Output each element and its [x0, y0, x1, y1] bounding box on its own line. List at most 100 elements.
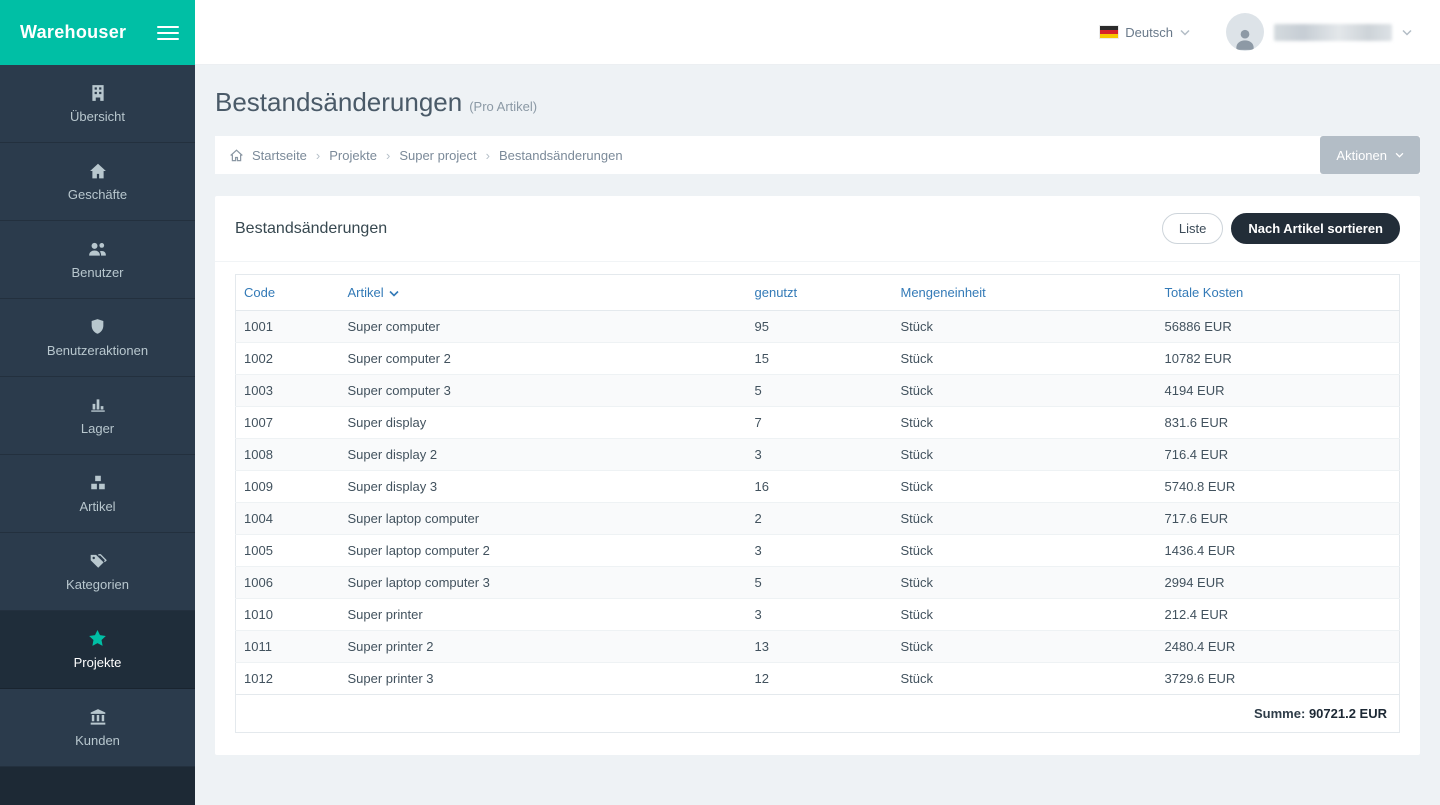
- table-cell: 212.4 EUR: [1157, 599, 1400, 631]
- breadcrumb-item-bestandsanderungen: Bestandsänderungen: [499, 148, 623, 163]
- sidebar-item-kunden[interactable]: Kunden: [0, 689, 195, 767]
- sidebar-item-ubersicht[interactable]: Übersicht: [0, 65, 195, 143]
- table-cell: Super display 3: [340, 471, 747, 503]
- sort-by-article-button[interactable]: Nach Artikel sortieren: [1231, 213, 1400, 244]
- user-menu[interactable]: [1226, 13, 1412, 51]
- office-building-icon: [89, 84, 107, 102]
- chevron-down-icon: [1402, 29, 1412, 36]
- sidebar-item-benutzer[interactable]: Benutzer: [0, 221, 195, 299]
- bar-chart-icon: [89, 396, 107, 414]
- app-name: Warehouser: [20, 22, 126, 43]
- table-cell: 1003: [236, 375, 340, 407]
- actions-button[interactable]: Aktionen: [1320, 136, 1420, 174]
- column-header-genutzt[interactable]: genutzt: [747, 275, 893, 311]
- table-cell: Stück: [893, 407, 1157, 439]
- sidebar-item-label: Kategorien: [66, 577, 129, 592]
- table-cell: 10782 EUR: [1157, 343, 1400, 375]
- sidebar-item-kategorien[interactable]: Kategorien: [0, 533, 195, 611]
- cubes-icon: [89, 474, 107, 492]
- inventory-table: CodeArtikelgenutztMengeneinheitTotale Ko…: [235, 274, 1400, 733]
- person-icon: [1232, 25, 1258, 51]
- breadcrumb-separator: ›: [316, 148, 320, 163]
- table-row: 1010Super printer3Stück212.4 EUR: [236, 599, 1400, 631]
- page-header: Bestandsänderungen (Pro Artikel): [215, 87, 1420, 118]
- table-cell: Stück: [893, 535, 1157, 567]
- table-cell: Super printer: [340, 599, 747, 631]
- table-cell: 1006: [236, 567, 340, 599]
- table-cell: Stück: [893, 567, 1157, 599]
- table-cell: 16: [747, 471, 893, 503]
- sum-value: 90721.2 EUR: [1309, 706, 1387, 721]
- table-cell: 7: [747, 407, 893, 439]
- table-cell: 1004: [236, 503, 340, 535]
- table-cell: 15: [747, 343, 893, 375]
- table-cell: 12: [747, 663, 893, 695]
- sidebar-item-projekte[interactable]: Projekte: [0, 611, 195, 689]
- table-cell: Super display: [340, 407, 747, 439]
- table-cell: Stück: [893, 631, 1157, 663]
- table-cell: Stück: [893, 311, 1157, 343]
- table-body: 1001Super computer95Stück56886 EUR1002Su…: [236, 311, 1400, 695]
- table-cell: Stück: [893, 471, 1157, 503]
- table-cell: 1012: [236, 663, 340, 695]
- table-cell: 2: [747, 503, 893, 535]
- table-cell: 13: [747, 631, 893, 663]
- table-cell: 831.6 EUR: [1157, 407, 1400, 439]
- breadcrumb-item-projekte[interactable]: Projekte: [329, 148, 377, 163]
- user-name-redacted: [1274, 24, 1392, 41]
- sidebar-footer: [0, 767, 195, 805]
- table-cell: Stück: [893, 375, 1157, 407]
- page-subtitle: (Pro Artikel): [469, 99, 537, 114]
- sidebar-item-benutzeraktionen[interactable]: Benutzeraktionen: [0, 299, 195, 377]
- sidebar-item-geschafte[interactable]: Geschäfte: [0, 143, 195, 221]
- sidebar: Warehouser Übersicht Geschäfte BenutzerBen…: [0, 0, 195, 805]
- table-cell: 1436.4 EUR: [1157, 535, 1400, 567]
- language-selector[interactable]: Deutsch: [1100, 25, 1190, 40]
- column-header-totale-kosten[interactable]: Totale Kosten: [1157, 275, 1400, 311]
- table-cell: 716.4 EUR: [1157, 439, 1400, 471]
- chevron-down-icon: [1180, 29, 1190, 36]
- shield-icon: [89, 318, 106, 336]
- list-button[interactable]: Liste: [1162, 213, 1223, 244]
- table-cell: Stück: [893, 503, 1157, 535]
- chevron-down-icon: [389, 285, 399, 300]
- sidebar-item-lager[interactable]: Lager: [0, 377, 195, 455]
- table-cell: Super computer: [340, 311, 747, 343]
- column-header-artikel[interactable]: Artikel: [340, 275, 747, 311]
- breadcrumb-item-super-project[interactable]: Super project: [399, 148, 476, 163]
- table-row: 1012Super printer 312Stück3729.6 EUR: [236, 663, 1400, 695]
- table-cell: 95: [747, 311, 893, 343]
- page-title: Bestandsänderungen: [215, 87, 462, 118]
- table-cell: 2480.4 EUR: [1157, 631, 1400, 663]
- table-cell: 1007: [236, 407, 340, 439]
- inventory-changes-panel: Bestandsänderungen Liste Nach Artikel so…: [215, 196, 1420, 755]
- sidebar-item-label: Geschäfte: [68, 187, 127, 202]
- table-row: 1007Super display7Stück831.6 EUR: [236, 407, 1400, 439]
- sidebar-item-artikel[interactable]: Artikel: [0, 455, 195, 533]
- table-cell: Super laptop computer 2: [340, 535, 747, 567]
- german-flag-icon: [1100, 26, 1118, 38]
- table-row: 1009Super display 316Stück5740.8 EUR: [236, 471, 1400, 503]
- breadcrumb-item-startseite[interactable]: Startseite: [252, 148, 307, 163]
- table-row: 1008Super display 23Stück716.4 EUR: [236, 439, 1400, 471]
- sidebar-item-label: Kunden: [75, 733, 120, 748]
- table-cell: 5: [747, 375, 893, 407]
- panel-header: Bestandsänderungen Liste Nach Artikel so…: [215, 196, 1420, 262]
- table-footer-row: Summe: 90721.2 EUR: [236, 695, 1400, 733]
- users-icon: [88, 240, 107, 258]
- breadcrumb-separator: ›: [386, 148, 390, 163]
- sidebar-item-label: Lager: [81, 421, 114, 436]
- table-cell: 5: [747, 567, 893, 599]
- star-icon: [88, 630, 107, 648]
- table-cell: 5740.8 EUR: [1157, 471, 1400, 503]
- table-cell: Super printer 3: [340, 663, 747, 695]
- table-cell: 1001: [236, 311, 340, 343]
- table-cell: Super computer 2: [340, 343, 747, 375]
- menu-toggle-icon[interactable]: [157, 22, 179, 44]
- table-row: 1006Super laptop computer 35Stück2994 EU…: [236, 567, 1400, 599]
- table-cell: 3: [747, 439, 893, 471]
- table-cell: 56886 EUR: [1157, 311, 1400, 343]
- table-cell: 3729.6 EUR: [1157, 663, 1400, 695]
- column-header-mengeneinheit[interactable]: Mengeneinheit: [893, 275, 1157, 311]
- column-header-code[interactable]: Code: [236, 275, 340, 311]
